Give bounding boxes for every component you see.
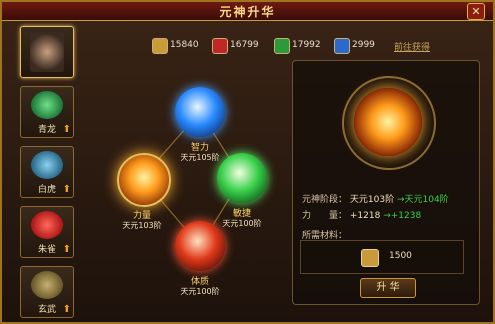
gold-gem-icon (361, 249, 379, 267)
constitution-stage: 天元100阶 (180, 287, 220, 296)
resource-value: 17992 (292, 40, 321, 50)
strength-orb[interactable] (117, 153, 171, 207)
title-bar: 元神升华 ✕ (2, 2, 493, 21)
window-title: 元神升华 (219, 5, 276, 19)
sidebar-item-zhuque[interactable]: 朱雀 ⬆ (20, 206, 74, 258)
stage-row: 元神阶段： 天元103阶 →天元104阶 (302, 192, 449, 205)
stage-value: 天元103阶 (349, 195, 395, 205)
vermilion-bird-icon (31, 211, 63, 239)
sidebar-item-hero[interactable] (20, 26, 74, 78)
resource-value: 2999 (352, 40, 375, 50)
material-amount: 1500 (389, 251, 412, 261)
gold-gem-icon (152, 38, 168, 54)
stage-label: 元神阶段： (302, 195, 348, 205)
upgrade-arrow-icon: ⬆ (62, 184, 71, 195)
orb-constellation: 智力 天元105阶 力量 天元103阶 敏捷 天元100阶 体质 天元100阶 (90, 60, 286, 318)
constitution-orb[interactable] (175, 221, 225, 271)
white-tiger-icon (31, 151, 63, 179)
sidebar-item-qinglong[interactable]: 青龙 ⬆ (20, 86, 74, 138)
intelligence-orb[interactable] (175, 87, 225, 137)
blue-gem-icon (334, 38, 350, 54)
sidebar-item-baihu[interactable]: 白虎 ⬆ (20, 146, 74, 198)
azure-dragon-icon (31, 91, 63, 119)
selected-orb (354, 88, 422, 156)
red-gem-icon (212, 38, 228, 54)
power-label: 力 量： (302, 211, 348, 221)
power-value: +1218 (349, 211, 381, 221)
resource-value: 15840 (170, 40, 199, 50)
sidebar: 青龙 ⬆ 白虎 ⬆ 朱雀 ⬆ 玄武 ⬆ (20, 26, 76, 318)
green-gem-icon (274, 38, 290, 54)
power-row: 力 量： +1218 →+1238 (302, 208, 421, 221)
stage-next: →天元104阶 (396, 195, 449, 205)
upgrade-arrow-icon: ⬆ (62, 304, 71, 315)
strength-stage: 天元103阶 (122, 221, 162, 230)
material-slot: 1500 (300, 240, 464, 274)
black-tortoise-icon (31, 271, 63, 299)
power-next: →+1238 (383, 211, 422, 221)
upgrade-button[interactable]: 升 华 (360, 278, 416, 298)
go-obtain-link[interactable]: 前往获得 (394, 40, 430, 53)
agility-orb[interactable] (217, 153, 267, 203)
resource-value: 16799 (230, 40, 259, 50)
upgrade-arrow-icon: ⬆ (62, 244, 71, 255)
upgrade-arrow-icon: ⬆ (62, 124, 71, 135)
sublimation-window: 元神升华 ✕ 青龙 ⬆ 白虎 ⬆ 朱雀 ⬆ 玄武 ⬆ 15840 16799 1… (0, 0, 495, 324)
sidebar-item-xuanwu[interactable]: 玄武 ⬆ (20, 266, 74, 318)
hero-portrait-icon (30, 32, 64, 72)
close-button[interactable]: ✕ (467, 3, 485, 20)
